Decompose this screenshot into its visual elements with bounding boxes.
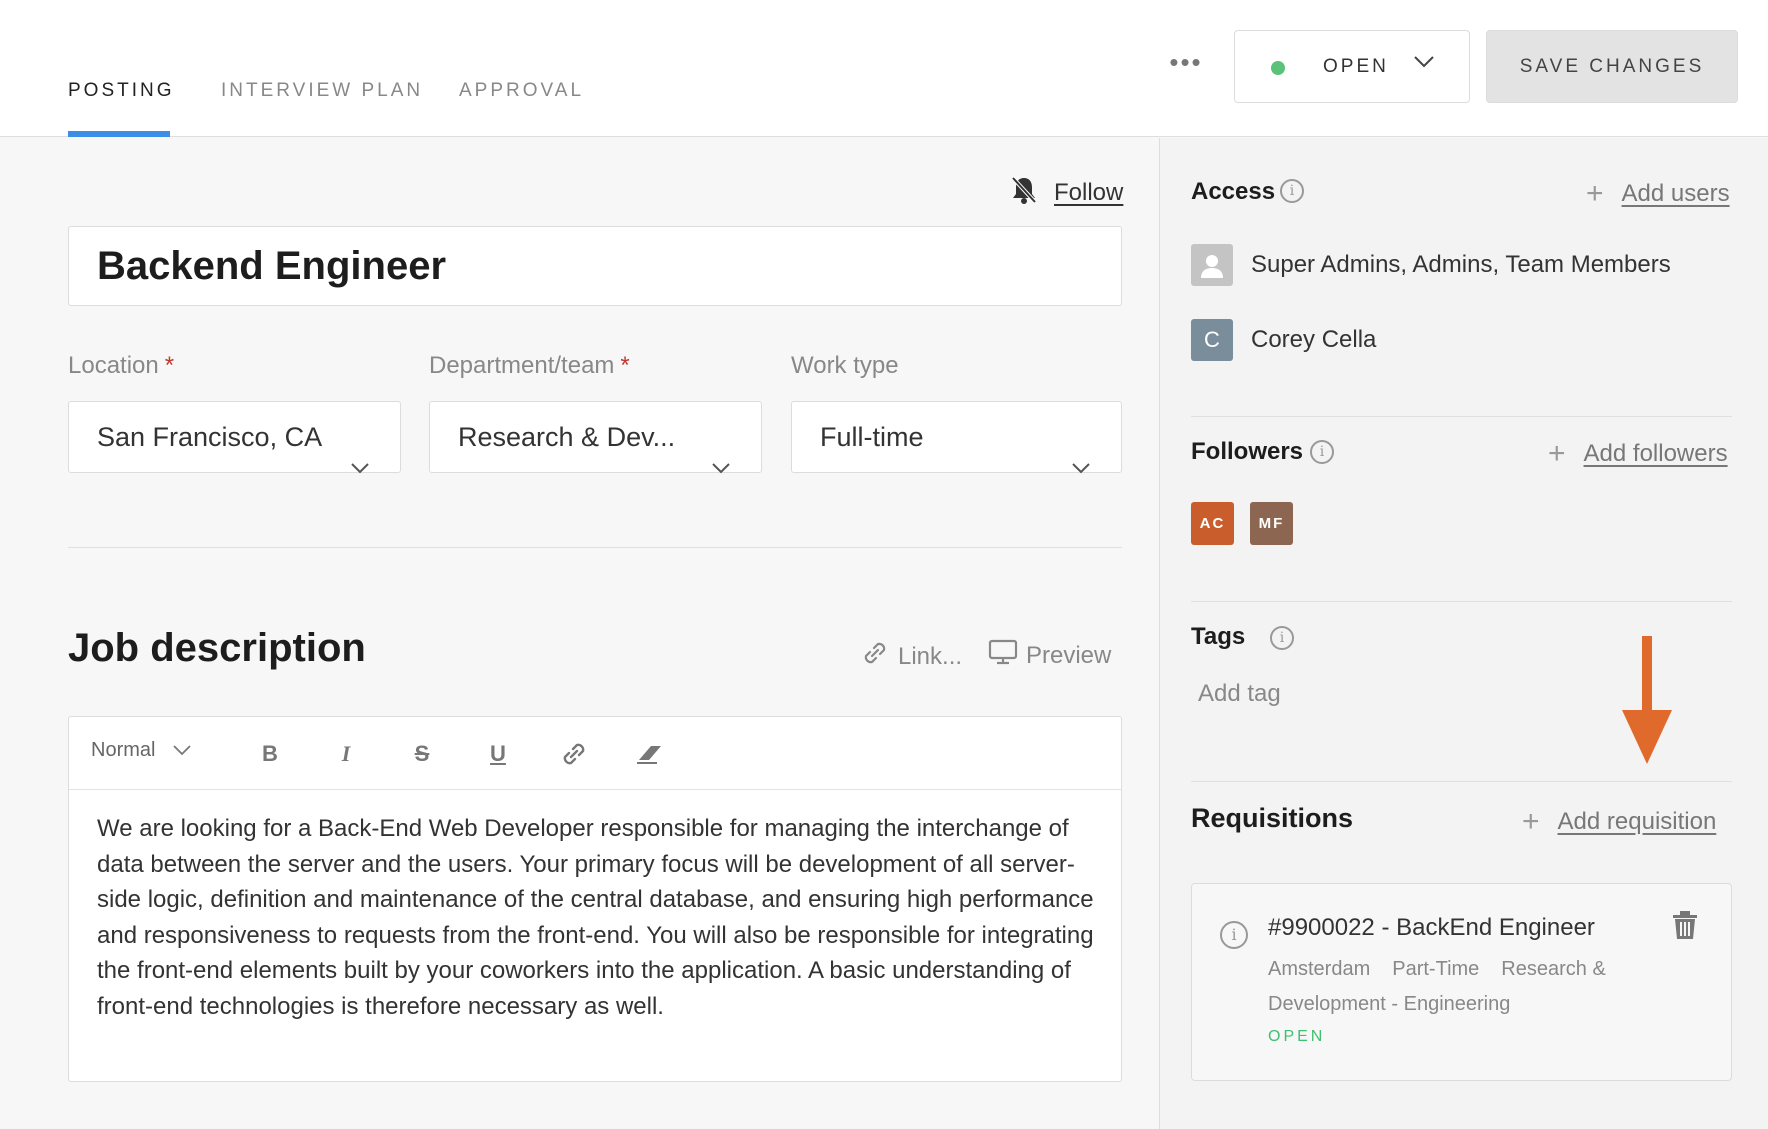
chevron-down-icon xyxy=(173,739,192,762)
status-dot-icon xyxy=(1271,61,1285,75)
job-description-heading: Job description xyxy=(68,626,366,670)
section-divider xyxy=(1191,416,1732,417)
requisition-title: #9900022 - BackEnd Engineer xyxy=(1268,914,1595,941)
user-icon xyxy=(1191,244,1233,286)
more-options-button[interactable]: ••• xyxy=(1166,49,1206,78)
status-select[interactable]: OPEN xyxy=(1234,30,1470,103)
tab-posting[interactable]: POSTING xyxy=(68,80,175,102)
requisition-meta: Amsterdam Part-Time Research & Development… xyxy=(1268,952,1628,1022)
insert-link-icon[interactable] xyxy=(557,737,591,771)
plus-icon: + xyxy=(1522,805,1540,838)
work-type-select-value: Full-time xyxy=(820,422,924,452)
trash-icon[interactable] xyxy=(1672,910,1698,945)
followers-title: Followers xyxy=(1191,438,1304,465)
avatar: C xyxy=(1191,319,1233,361)
add-users-button[interactable]: + Add users xyxy=(1586,177,1730,210)
section-divider xyxy=(68,547,1122,548)
follow-button[interactable]: Follow xyxy=(1008,174,1123,211)
work-type-label: Work type xyxy=(791,352,899,379)
bold-icon[interactable]: B xyxy=(253,737,287,771)
required-marker: * xyxy=(164,352,175,379)
bell-off-icon xyxy=(1008,174,1040,211)
department-label: Department/team * xyxy=(429,352,630,379)
posting-title-input[interactable]: Backend Engineer xyxy=(68,226,1122,306)
section-divider xyxy=(1191,601,1732,602)
italic-icon[interactable]: I xyxy=(329,737,363,771)
department-select[interactable]: Research & Dev... xyxy=(429,401,762,474)
down-arrow-icon xyxy=(1622,636,1672,769)
plus-icon: + xyxy=(1586,177,1604,210)
location-select[interactable]: San Francisco, CA xyxy=(68,401,401,474)
follower-avatar[interactable]: AC xyxy=(1191,502,1234,545)
active-tab-indicator xyxy=(68,131,170,137)
add-requisition-button[interactable]: + Add requisition xyxy=(1522,805,1716,838)
follow-link-label: Follow xyxy=(1054,178,1124,206)
editor-toolbar: Normal B I S U xyxy=(69,717,1121,790)
save-changes-button[interactable]: SAVE CHANGES xyxy=(1486,30,1738,103)
underline-icon[interactable]: U xyxy=(481,737,515,771)
tags-title: Tags xyxy=(1191,623,1246,650)
follower-avatar[interactable]: MF xyxy=(1250,502,1293,545)
chevron-down-icon xyxy=(350,430,370,500)
department-select-value: Research & Dev... xyxy=(458,422,676,452)
top-bar: POSTING INTERVIEW PLAN APPROVAL ••• OPEN… xyxy=(0,0,1768,137)
job-description-editor: Normal B I S U We are looking for a Back… xyxy=(68,716,1122,1082)
link-icon xyxy=(860,638,890,675)
work-type-select[interactable]: Full-time xyxy=(791,401,1122,474)
location-label: Location * xyxy=(68,352,175,379)
status-select-label: OPEN xyxy=(1323,56,1389,77)
info-icon: i xyxy=(1310,440,1334,464)
chevron-down-icon xyxy=(711,430,731,500)
section-divider xyxy=(1191,781,1732,782)
add-tag-input[interactable]: Add tag xyxy=(1198,680,1281,708)
preview-button[interactable]: Preview xyxy=(988,638,1111,673)
required-marker: * xyxy=(620,352,630,379)
requisition-type: Part-Time xyxy=(1392,958,1480,980)
clear-formatting-icon[interactable] xyxy=(633,737,667,771)
access-title: Access xyxy=(1191,178,1276,205)
requisition-status: OPEN xyxy=(1268,1028,1326,1045)
info-icon: i xyxy=(1280,179,1304,203)
requisition-location: Amsterdam xyxy=(1268,958,1371,980)
format-select[interactable]: Normal xyxy=(91,739,192,762)
strikethrough-icon[interactable]: S xyxy=(405,737,439,771)
job-description-text[interactable]: We are looking for a Back-End Web Develo… xyxy=(97,811,1097,1024)
info-icon: i xyxy=(1220,921,1248,949)
plus-icon: + xyxy=(1548,437,1566,470)
tab-approval[interactable]: APPROVAL xyxy=(459,80,584,102)
add-followers-button[interactable]: + Add followers xyxy=(1548,437,1728,470)
location-select-value: San Francisco, CA xyxy=(97,422,323,452)
access-entry: Super Admins, Admins, Team Members xyxy=(1191,244,1671,286)
monitor-icon xyxy=(988,638,1018,673)
link-button[interactable]: Link... xyxy=(860,638,962,675)
info-icon: i xyxy=(1270,626,1294,650)
tab-interview-plan[interactable]: INTERVIEW PLAN xyxy=(221,80,423,102)
requisitions-title: Requisitions xyxy=(1191,803,1354,833)
chevron-down-icon xyxy=(1071,430,1091,500)
requisition-card[interactable]: i #9900022 - BackEnd Engineer Amsterdam P… xyxy=(1191,883,1732,1081)
chevron-down-icon xyxy=(1413,55,1435,74)
access-entry: C Corey Cella xyxy=(1191,319,1376,361)
